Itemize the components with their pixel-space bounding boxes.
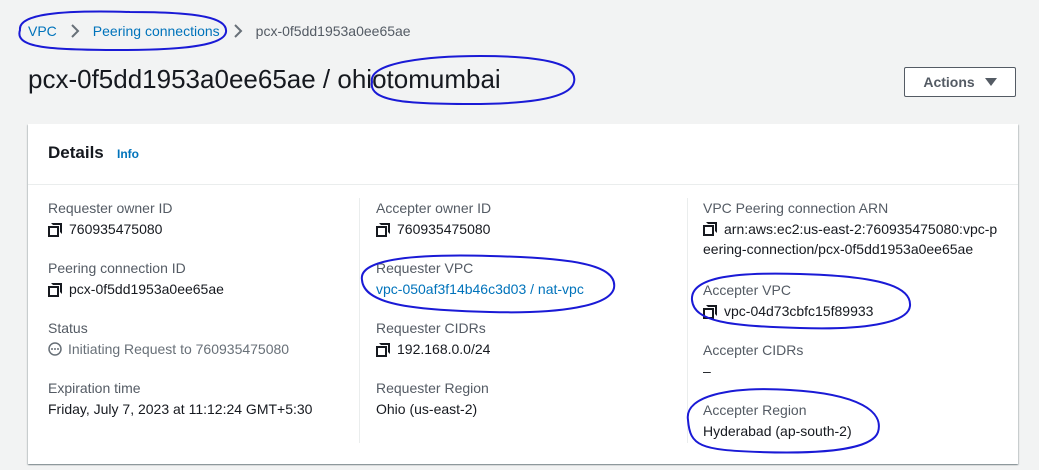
requester-vpc-field: Requester VPC vpc-050af3f14b46c3d03 / na…: [376, 260, 584, 297]
accepter-vpc-value: vpc-04d73cbfc15f89933: [724, 303, 874, 319]
pending-status-icon: [48, 342, 62, 356]
column-divider: [359, 198, 360, 443]
copy-icon[interactable]: [703, 304, 717, 319]
page-title: pcx-0f5dd1953a0ee65ae / ohiotomumbai: [28, 64, 501, 94]
status-value: Initiating Request to 760935475080: [68, 341, 290, 357]
requester-vpc-label: Requester VPC: [376, 260, 474, 276]
accepter-region-label: Accepter Region: [703, 402, 807, 418]
accepter-owner-id-field: Accepter owner ID 760935475080: [376, 200, 491, 237]
requester-region-field: Requester Region Ohio (us-east-2): [376, 380, 489, 417]
accepter-region-field: Accepter Region Hyderabad (ap-south-2): [703, 402, 852, 439]
copy-icon[interactable]: [48, 282, 62, 297]
chevron-right-icon: [71, 24, 80, 38]
requester-cidrs-value: 192.168.0.0/24: [397, 341, 491, 357]
expiration-time-value: Friday, July 7, 2023 at 11:12:24 GMT+5:3…: [48, 401, 313, 417]
info-link[interactable]: Info: [117, 147, 139, 161]
peering-arn-value: arn:aws:ec2:us-east-2:760935475080:vpc-p…: [703, 221, 998, 257]
peering-arn-label: VPC Peering connection ARN: [703, 200, 889, 216]
expiration-time-label: Expiration time: [48, 380, 141, 396]
column-divider: [687, 198, 688, 443]
details-title: Details: [48, 143, 104, 162]
peering-connection-id-field: Peering connection ID pcx-0f5dd1953a0ee6…: [48, 260, 224, 297]
caret-down-icon: [984, 78, 997, 86]
peering-connection-id-row: pcx-0f5dd1953a0ee65ae: [48, 281, 224, 297]
breadcrumb-vpc-link[interactable]: VPC: [28, 23, 57, 39]
peering-arn-field: VPC Peering connection ARN arn:aws:ec2:u…: [703, 200, 1003, 259]
requester-owner-id-label: Requester owner ID: [48, 200, 173, 216]
accepter-cidrs-field: Accepter CIDRs –: [703, 342, 803, 379]
requester-region-label: Requester Region: [376, 380, 489, 396]
accepter-cidrs-label: Accepter CIDRs: [703, 342, 804, 358]
accepter-owner-id-value: 760935475080: [397, 221, 491, 237]
breadcrumb: VPC Peering connections pcx-0f5dd1953a0e…: [28, 23, 411, 39]
details-panel: Details Info Requester owner ID 76093547…: [28, 124, 1018, 464]
requester-vpc-link[interactable]: vpc-050af3f14b46c3d03 / nat-vpc: [376, 281, 584, 297]
requester-owner-id-field: Requester owner ID 760935475080: [48, 200, 173, 237]
copy-icon[interactable]: [376, 342, 390, 357]
breadcrumb-peering-connections-link[interactable]: Peering connections: [93, 23, 220, 39]
status-label: Status: [48, 320, 88, 336]
actions-button[interactable]: Actions: [904, 67, 1016, 97]
actions-button-label: Actions: [923, 74, 975, 90]
accepter-vpc-row: vpc-04d73cbfc15f89933: [703, 303, 873, 319]
accepter-vpc-label: Accepter VPC: [703, 282, 791, 298]
chevron-right-icon: [233, 24, 243, 38]
requester-cidrs-row: 192.168.0.0/24: [376, 341, 490, 357]
accepter-region-value: Hyderabad (ap-south-2): [703, 423, 852, 439]
copy-icon[interactable]: [703, 222, 717, 236]
accepter-cidrs-value: –: [703, 363, 711, 379]
expiration-time-field: Expiration time Friday, July 7, 2023 at …: [48, 380, 312, 417]
accepter-owner-id-row: 760935475080: [376, 221, 491, 237]
peering-arn-row: arn:aws:ec2:us-east-2:760935475080:vpc-p…: [703, 219, 1003, 259]
accepter-owner-id-label: Accepter owner ID: [376, 200, 492, 216]
accepter-vpc-field: Accepter VPC vpc-04d73cbfc15f89933: [703, 282, 873, 319]
peering-connection-id-label: Peering connection ID: [48, 260, 186, 276]
breadcrumb-current: pcx-0f5dd1953a0ee65ae: [255, 23, 411, 39]
requester-vpc-row: vpc-050af3f14b46c3d03 / nat-vpc: [376, 281, 584, 297]
peering-connection-id-value: pcx-0f5dd1953a0ee65ae: [69, 281, 224, 297]
requester-owner-id-row: 760935475080: [48, 221, 173, 237]
copy-icon[interactable]: [376, 222, 390, 237]
requester-region-value: Ohio (us-east-2): [376, 401, 478, 417]
requester-owner-id-value: 760935475080: [69, 221, 163, 237]
status-row: Initiating Request to 760935475080: [48, 341, 289, 357]
status-field: Status Initiating Request to 76093547508…: [48, 320, 289, 357]
requester-cidrs-label: Requester CIDRs: [376, 320, 486, 336]
requester-cidrs-field: Requester CIDRs 192.168.0.0/24: [376, 320, 490, 357]
details-panel-header: Details Info: [28, 124, 1018, 185]
copy-icon[interactable]: [48, 222, 62, 237]
